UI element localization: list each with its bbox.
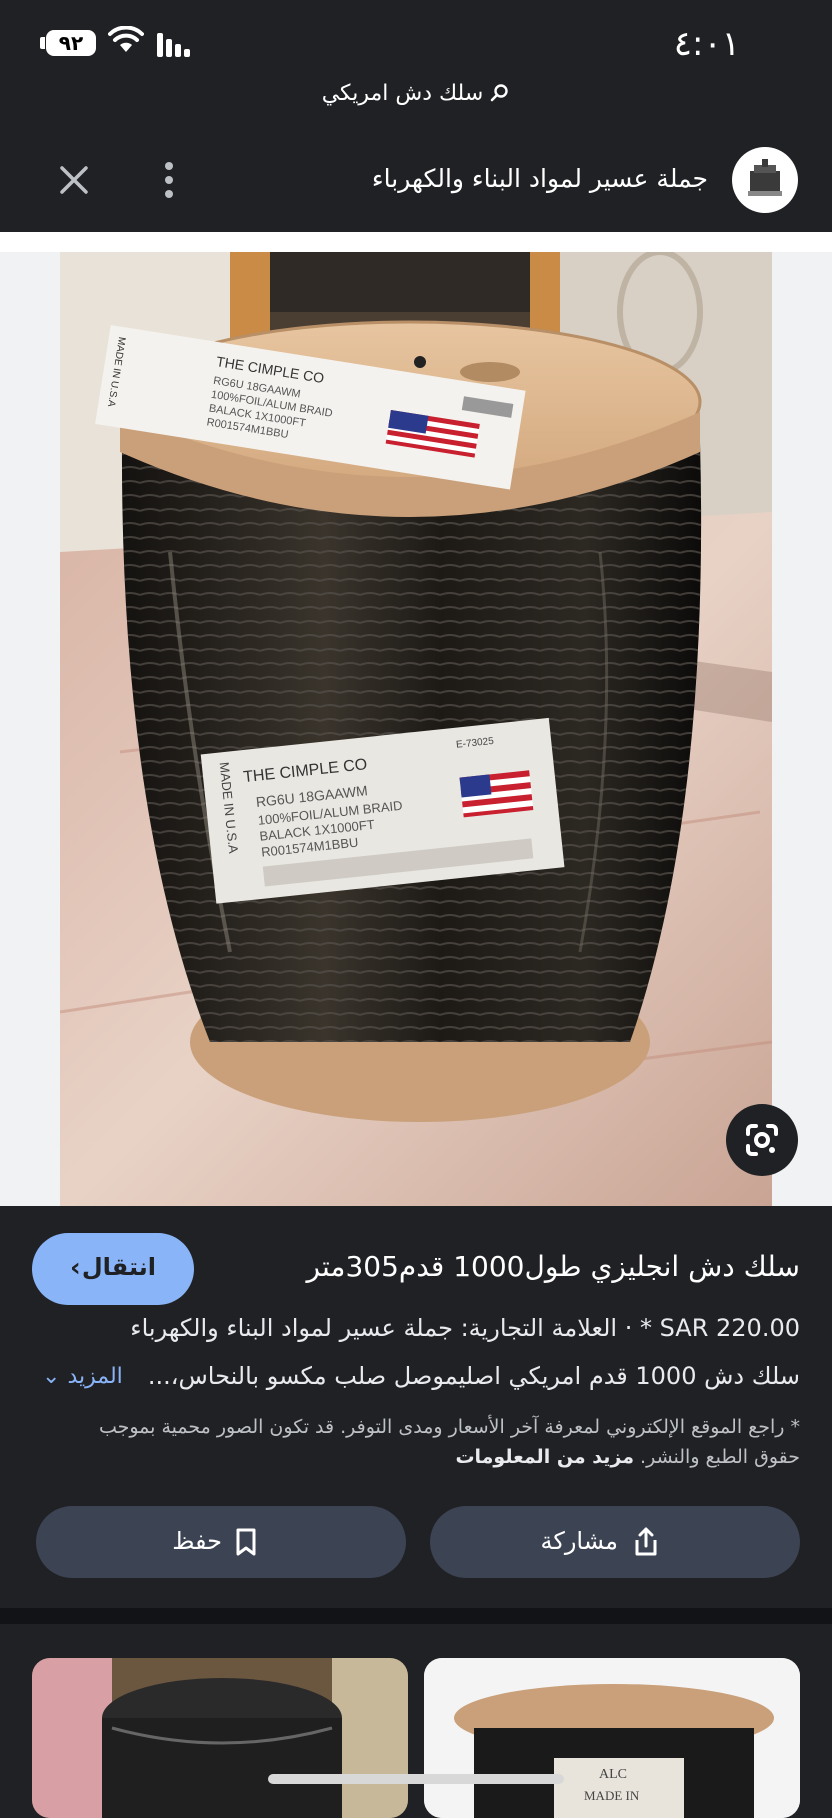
result-description: سلك دش 1000 قدم امريكي اصليموصل صلب مكسو… <box>147 1362 800 1390</box>
disclaimer: * راجع الموقع الإلكتروني لمعرفة آخر الأس… <box>60 1412 800 1472</box>
visit-button-label: انتقال <box>81 1253 156 1281</box>
google-lens-button[interactable] <box>726 1104 798 1176</box>
related-result-thumb-2[interactable]: ALC MADE IN <box>424 1658 800 1818</box>
share-button[interactable]: مشاركة <box>430 1506 800 1578</box>
more-label: المزيد <box>67 1364 123 1389</box>
result-title[interactable]: سلك دش انجليزي طول1000 قدم305متر <box>307 1250 800 1283</box>
price: SAR 220.00 <box>659 1314 800 1342</box>
thumb2-label-line1: ALC <box>599 1767 627 1782</box>
battery-indicator: ٩٢ <box>46 30 96 56</box>
status-bar: ٩٢ ٤:٠١ <box>0 0 832 80</box>
close-icon <box>60 166 88 194</box>
save-button-label: حفظ <box>172 1527 222 1555</box>
signal-icon <box>157 33 190 57</box>
search-query-bar[interactable]: سلك دش امريكي <box>0 80 832 106</box>
visit-button[interactable]: انتقال ‹ <box>32 1233 194 1305</box>
more-info-link[interactable]: مزيد من المعلومات <box>455 1446 634 1468</box>
search-icon <box>490 84 508 102</box>
related-results: ALC MADE IN <box>0 1624 832 1818</box>
chevron-left-icon: ‹ <box>70 1253 81 1283</box>
result-info-panel: انتقال ‹ سلك دش انجليزي طول1000 قدم305مت… <box>0 1206 832 1606</box>
us-flag-icon-front <box>459 770 534 818</box>
related-result-image-2: ALC MADE IN <box>424 1658 800 1818</box>
price-brand-line: SAR 220.00 * · العلامة التجارية: جملة عس… <box>130 1314 800 1342</box>
search-query-text: سلك دش امريكي <box>321 80 484 106</box>
bookmark-icon <box>236 1528 256 1556</box>
lens-icon <box>746 1124 778 1156</box>
clock: ٤:٠١ <box>673 24 740 64</box>
product-image-container: MADE IN U.S.A THE CIMPLE CO RG6U 18GAAWM… <box>0 252 832 1206</box>
related-result-thumb-1[interactable] <box>32 1658 408 1818</box>
home-indicator[interactable] <box>268 1774 564 1784</box>
more-options-button[interactable] <box>154 160 184 200</box>
chevron-down-icon: ⌄ <box>42 1364 61 1389</box>
thumb2-label-line2: MADE IN <box>584 1788 640 1803</box>
share-icon <box>635 1527 657 1556</box>
result-header: جملة عسير لمواد البناء والكهرباء <box>0 130 832 230</box>
site-name: جملة عسير لمواد البناء والكهرباء <box>371 164 708 193</box>
share-button-label: مشاركة <box>540 1527 618 1555</box>
product-photo[interactable]: MADE IN U.S.A THE CIMPLE CO RG6U 18GAAWM… <box>60 252 772 1206</box>
save-button[interactable]: حفظ <box>36 1506 406 1578</box>
battery-cap <box>40 37 45 49</box>
close-button[interactable] <box>54 160 94 200</box>
image-top-margin <box>0 232 832 252</box>
site-logo-emblem <box>734 149 796 211</box>
section-divider <box>0 1608 832 1624</box>
related-result-image-1 <box>32 1658 408 1818</box>
wifi-icon <box>108 26 144 52</box>
disclaimer-text: * راجع الموقع الإلكتروني لمعرفة آخر الأس… <box>98 1416 800 1468</box>
brand-line: * · العلامة التجارية: جملة عسير لمواد ال… <box>130 1314 652 1342</box>
site-logo[interactable] <box>732 147 798 213</box>
more-vert-icon <box>165 162 173 198</box>
more-expand-link[interactable]: ⌄ المزيد <box>42 1364 123 1389</box>
